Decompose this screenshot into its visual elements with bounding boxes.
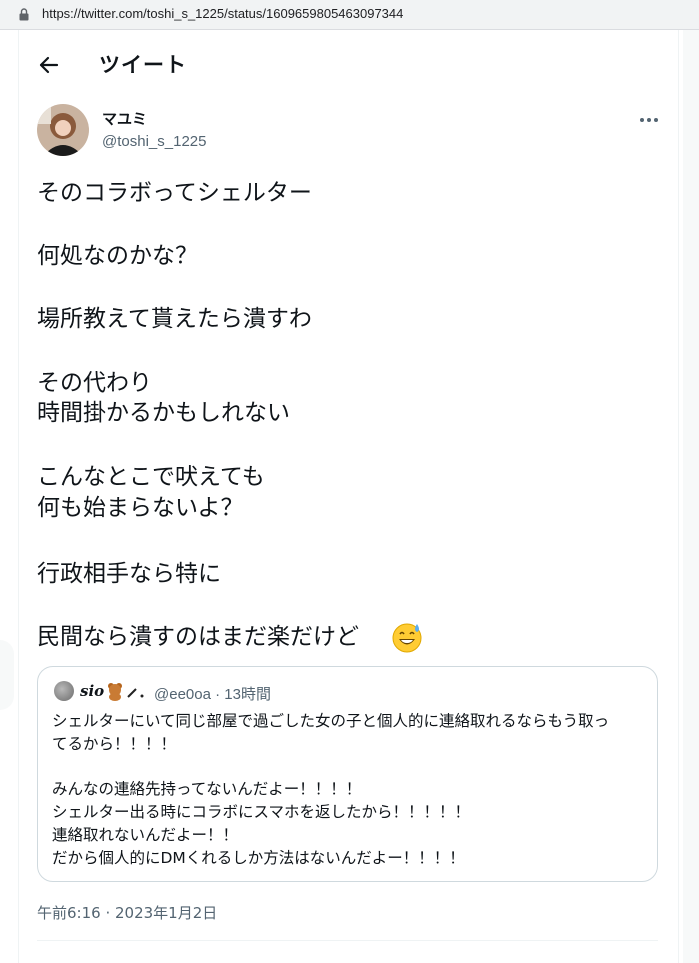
divider: [37, 940, 658, 941]
column-border-right: [678, 30, 679, 963]
tweet-text-line: 場所教えて貰えたら潰すわ: [37, 306, 312, 332]
quote-handle-time: @ee0oa · 13時間: [154, 686, 271, 703]
quote-text-line: 連絡取れないんだよー！！: [52, 826, 239, 844]
arrow-left-icon: [39, 56, 59, 74]
tweet-text-line: その代わり: [37, 370, 152, 396]
back-button[interactable]: [32, 48, 66, 82]
tweet-text-line: 行政相手なら特に: [37, 561, 221, 587]
browser-address-bar[interactable]: https://twitter.com/toshi_s_1225/status/…: [0, 0, 699, 30]
tweet-text-line: 何も始まらないよ？: [37, 495, 244, 521]
url-text[interactable]: https://twitter.com/toshi_s_1225/status/…: [42, 6, 403, 21]
column-border-left: [18, 30, 19, 963]
tweet-text-line: 民間なら潰すのはまだ楽だけど: [37, 624, 359, 650]
tweet-timestamp[interactable]: 午前6:16 · 2023年1月2日: [37, 902, 217, 923]
tweet-text-line: こんなとこで吠えても: [37, 464, 265, 490]
tweet-text-line: 時間掛かるかもしれない: [37, 400, 290, 426]
author-avatar[interactable]: [37, 104, 89, 156]
lock-icon: [19, 8, 29, 21]
more-horizontal-icon: [640, 118, 644, 122]
quote-text-line: だから個人的にDMくれるしか方法はないんだよー！！！！: [52, 849, 465, 867]
page-title: ツイート: [99, 53, 187, 77]
scrollbar[interactable]: [683, 30, 699, 963]
quote-text-line: みんなの連絡先持ってないんだよー！！！！: [52, 780, 362, 798]
quote-author-avatar[interactable]: [54, 681, 74, 701]
grinning-face-with-sweat-icon: [392, 623, 422, 653]
tweet-text-line: そのコラボってシェルター: [37, 180, 312, 206]
teddy-bear-icon: [108, 683, 144, 701]
quote-text-line: シェルター出る時にコラボにスマホを返したから！！！！！: [52, 803, 471, 821]
more-options-button[interactable]: [634, 108, 664, 132]
author-handle[interactable]: @toshi_s_1225: [102, 133, 206, 150]
quote-author-name[interactable]: sio: [80, 682, 104, 700]
author-display-name[interactable]: マユミ: [102, 108, 147, 129]
quote-text-line: シェルターにいて同じ部屋で過ごした女の子と個人的に連絡取れるならもう取っ: [52, 712, 610, 730]
left-edge-shadow: [0, 640, 14, 710]
quote-text-line: てるから！！！！: [52, 735, 177, 753]
tweet-text-line: 何処なのかな？: [37, 243, 198, 269]
